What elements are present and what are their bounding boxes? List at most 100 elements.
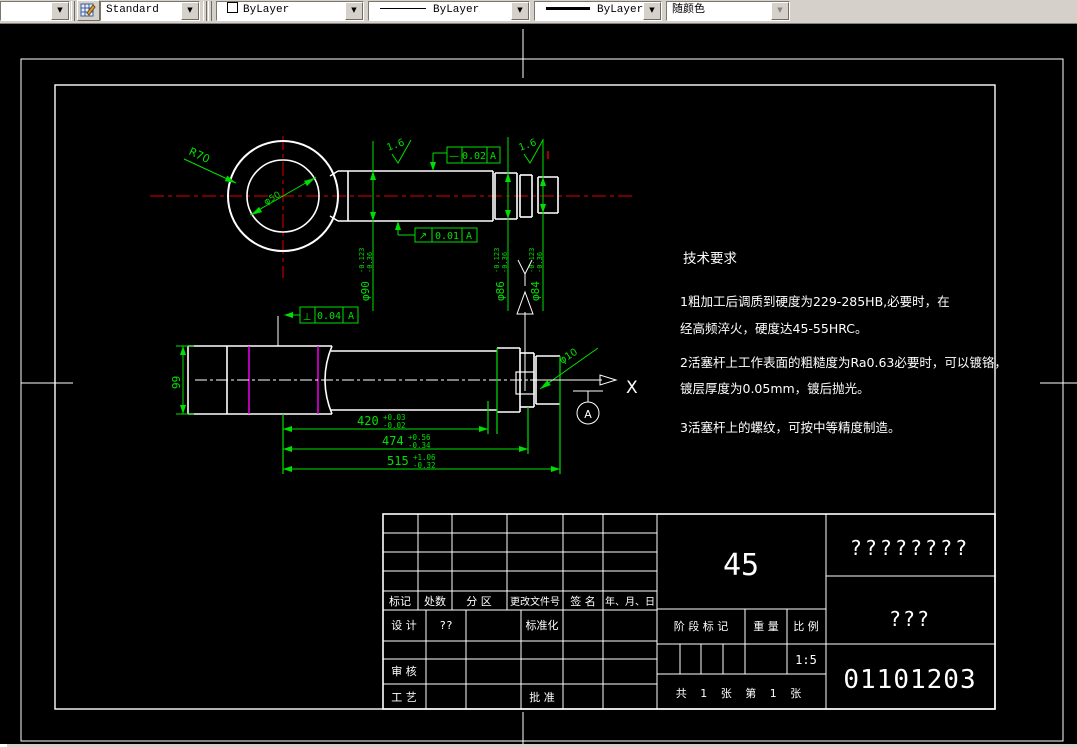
svg-text:0.02: 0.02 [462, 151, 486, 162]
dim-r70: R70 [183, 145, 237, 184]
drawing-number: 01101203 [843, 665, 976, 695]
tech-line: 镀层厚度为0.05mm，镀后抛光。 [680, 381, 870, 396]
svg-text:420: 420 [357, 414, 379, 428]
svg-text:φ50: φ50 [263, 190, 283, 207]
svg-text:515: 515 [387, 454, 409, 468]
svg-text:1.6: 1.6 [517, 137, 538, 154]
datum-a-symbol: A [573, 390, 603, 425]
svg-text:标记: 标记 [389, 594, 411, 608]
lineweight-sample [546, 7, 590, 10]
tech-line: 1粗加工后调质到硬度为229-285HB,必要时，在 [680, 294, 950, 309]
svg-text:-0.123: -0.123 [493, 248, 501, 273]
bottom-view: 99 ⊥ 0.04 A φ10 X A 420 +0.03 -0.02 474 … [170, 306, 638, 474]
svg-text:比 例: 比 例 [793, 619, 819, 633]
designer-value: ?? [439, 619, 452, 632]
svg-text:-0.123: -0.123 [358, 248, 366, 273]
svg-text:分 区: 分 区 [466, 595, 492, 608]
svg-text:A: A [348, 311, 354, 322]
svg-text:—: — [449, 151, 459, 162]
dim-474: 474 +0.56 -0.34 [283, 433, 528, 452]
color-value: ByLayer [243, 4, 290, 16]
fcf-perpendicularity: ⊥ 0.04 A [277, 306, 359, 346]
svg-text:⊥: ⊥ [303, 312, 312, 323]
application-window: ▼ Standard ▼ ByLayer ▼ ByLayer ▼ ByLayer… [0, 0, 1077, 747]
svg-text:-0.36: -0.36 [366, 252, 374, 273]
layer-combo[interactable]: ▼ [0, 1, 70, 21]
text-style-manager-button[interactable] [77, 0, 100, 21]
dim-420: 420 +0.03 -0.02 [283, 413, 488, 432]
svg-text:-0.34: -0.34 [408, 441, 431, 450]
lineweight-value: ByLayer [597, 4, 644, 16]
roughness-symbol-2: 1.6 [517, 137, 544, 164]
fcf-straightness: — 0.02 A [430, 146, 501, 171]
tech-requirements: 技术要求 1粗加工后调质到硬度为229-285HB,必要时，在 经高频淬火，硬度… [680, 251, 1007, 435]
chevron-down-icon[interactable]: ▼ [181, 2, 199, 20]
dim-d90: φ90 -0.123 -0.36 [358, 141, 376, 311]
svg-text:-0.36: -0.36 [501, 252, 509, 273]
top-view: R70 φ50 φ90 -0.123 -0.36 φ86 -0.123 -0.3… [150, 136, 633, 311]
svg-text:-0.36: -0.36 [536, 252, 544, 273]
dim-d84: φ84 -0.123 -0.36 [528, 139, 546, 311]
svg-text:重 量: 重 量 [753, 619, 779, 633]
svg-text:设 计: 设 计 [391, 619, 417, 632]
svg-text:φ86: φ86 [494, 281, 507, 301]
chevron-down-icon[interactable]: ▼ [643, 2, 661, 20]
toolbar-separator [203, 1, 207, 21]
svg-text:99: 99 [170, 376, 183, 389]
svg-text:A: A [584, 408, 592, 421]
scale-value: 1:5 [795, 653, 817, 667]
svg-text:↗: ↗ [419, 231, 427, 242]
centerlines [150, 136, 633, 278]
cad-drawing-canvas[interactable]: R70 φ50 φ90 -0.123 -0.36 φ86 -0.123 -0.3… [0, 23, 1077, 745]
text-style-combo[interactable]: Standard ▼ [100, 1, 200, 21]
chevron-down-icon: ▼ [771, 2, 789, 20]
chevron-down-icon[interactable]: ▼ [51, 2, 69, 20]
properties-toolbar: ▼ Standard ▼ ByLayer ▼ ByLayer ▼ ByLayer… [0, 0, 1077, 24]
sheet-count: 共 1 张 第 1 张 [676, 686, 806, 700]
toolbar-separator [208, 1, 212, 21]
svg-text:φ90: φ90 [359, 281, 372, 301]
chevron-down-icon[interactable]: ▼ [345, 2, 363, 20]
color-swatch [227, 2, 238, 13]
svg-text:A: A [490, 151, 496, 162]
material-value: 45 [723, 548, 759, 583]
lineweight-combo[interactable]: ByLayer ▼ [534, 1, 662, 21]
plotstyle-combo[interactable]: 随颜色 ▼ [666, 1, 790, 21]
svg-text:更改文件号: 更改文件号 [510, 595, 560, 608]
company-name: ??? [889, 607, 931, 631]
svg-text:1.6: 1.6 [385, 137, 406, 154]
roughness-symbol-1: 1.6 [385, 137, 412, 164]
fcf-runout: ↗ 0.01 A [395, 221, 478, 243]
svg-text:标准化: 标准化 [526, 618, 559, 632]
svg-text:0.01: 0.01 [435, 231, 459, 242]
tech-line: 经高频淬火，硬度达45-55HRC。 [680, 321, 868, 336]
chevron-down-icon[interactable]: ▼ [511, 2, 529, 20]
svg-text:474: 474 [382, 434, 404, 448]
toolbar-separator [71, 1, 75, 21]
svg-text:A: A [466, 231, 472, 242]
tech-line: 3活塞杆上的螺纹，可按中等精度制造。 [680, 420, 900, 435]
svg-text:处数: 处数 [424, 595, 446, 608]
color-combo[interactable]: ByLayer ▼ [216, 1, 364, 21]
svg-text:阶 段 标 记: 阶 段 标 记 [674, 619, 729, 633]
part-name: ???????? [850, 536, 970, 560]
svg-text:批 准: 批 准 [529, 690, 555, 704]
svg-text:-0.32: -0.32 [413, 461, 436, 470]
linetype-combo[interactable]: ByLayer ▼ [368, 1, 530, 21]
title-block: 标记 处数 分 区 更改文件号 签 名 年、月、日 设 计 ?? 标准化 审 核… [382, 513, 996, 710]
tech-title: 技术要求 [683, 251, 737, 267]
svg-text:审 核: 审 核 [391, 664, 417, 678]
title-block-labels: 标记 处数 分 区 更改文件号 签 名 年、月、日 设 计 ?? 标准化 审 核… [389, 536, 976, 704]
dim-d10: φ10 [539, 347, 599, 390]
svg-text:φ84: φ84 [529, 281, 542, 301]
linetype-sample [380, 8, 426, 9]
dim-515: 515 +1.06 -0.32 [283, 453, 560, 472]
svg-text:工 艺: 工 艺 [391, 691, 417, 704]
svg-text:R70: R70 [187, 145, 212, 166]
linetype-value: ByLayer [433, 4, 480, 16]
dim-99: 99 [170, 345, 194, 415]
tech-line: 2活塞杆上工作表面的粗糙度为Ra0.63必要时，可以镀铬， [680, 355, 1007, 370]
svg-text:签 名: 签 名 [570, 594, 596, 608]
svg-text:X: X [626, 378, 638, 398]
svg-text:年、月、日: 年、月、日 [605, 595, 655, 608]
